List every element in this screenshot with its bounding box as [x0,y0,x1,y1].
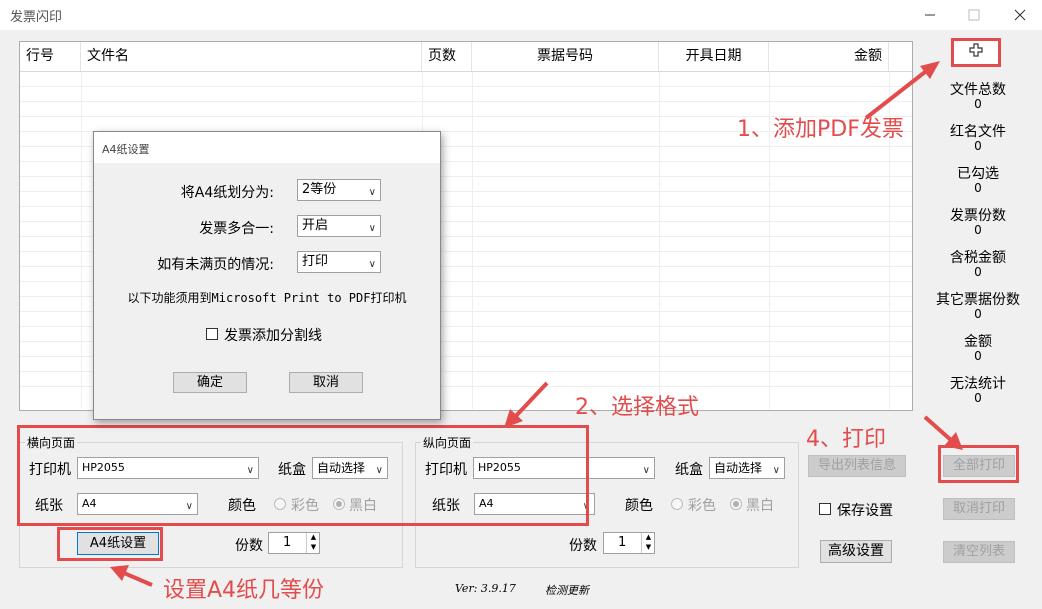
arrow-line-2 [512,381,549,420]
partial-page-label: 如有未满页的情况: [157,257,274,273]
chevron-down-icon: ∨ [368,187,376,198]
split-value: 2等份 [302,182,337,197]
a4-settings-dialog: A4纸设置 将A4纸划分为: 2等份 ∨ 发票多合一: 开启 ∨ 如有未满页的情… [93,131,441,420]
split-label: 将A4纸划分为: [180,185,274,201]
annotation-select-format: 2、选择格式 [575,395,699,420]
split-select[interactable]: 2等份 ∨ [297,179,381,201]
annotation-print: 4、打印 [806,427,886,452]
cancel-button[interactable]: 取消 [289,372,363,393]
divider-checkbox-label: 发票添加分割线 [224,328,322,344]
merge-select[interactable]: 开启 ∨ [297,215,381,237]
dialog-title: A4纸设置 [102,143,150,156]
arrow-line-3 [123,571,153,587]
annotation-set-a4: 设置A4纸几等份 [163,578,325,603]
merge-value: 开启 [302,218,329,233]
partial-page-select[interactable]: 打印 ∨ [297,251,381,273]
arrow-line-4 [923,415,954,443]
chevron-down-icon: ∨ [368,223,376,234]
pdf-printer-note: 以下功能须用到Microsoft Print to PDF打印机 [127,291,407,305]
chevron-down-icon: ∨ [368,259,376,270]
annotation-add-pdf: 1、添加PDF发票 [737,117,904,142]
partial-page-value: 打印 [302,254,329,269]
divider-checkbox[interactable] [206,328,218,340]
ok-button[interactable]: 确定 [173,372,247,393]
merge-label: 发票多合一: [199,221,274,237]
arrow-head-1 [920,61,940,79]
